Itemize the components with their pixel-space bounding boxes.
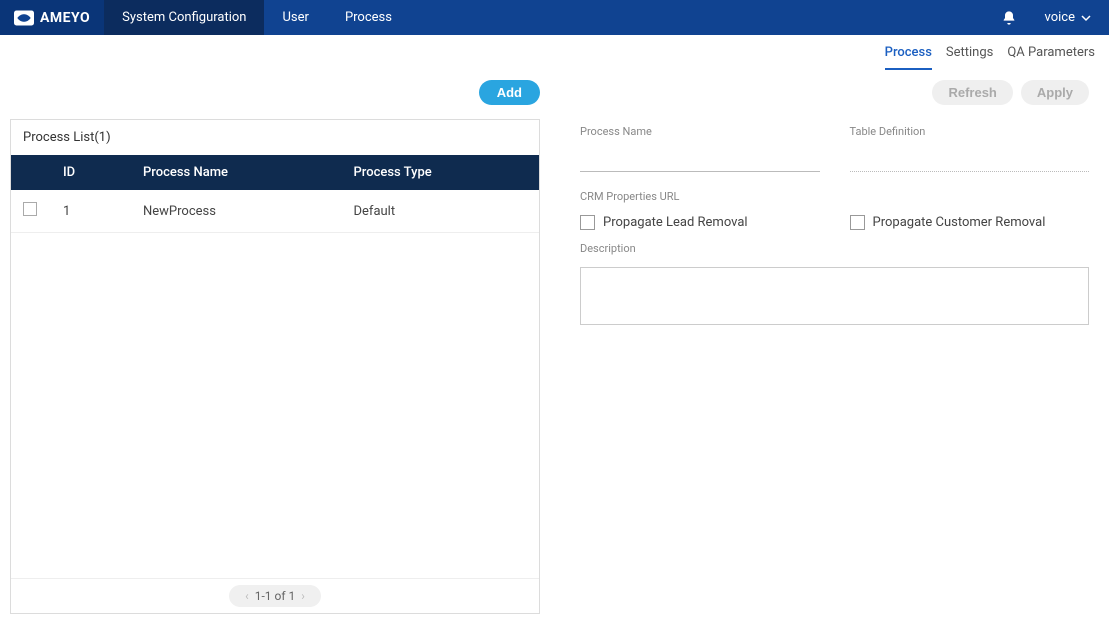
nav-user[interactable]: User	[264, 0, 326, 35]
process-name-label: Process Name	[580, 125, 820, 138]
top-nav: AMEYO System Configuration User Process …	[0, 0, 1109, 35]
table-definition-input[interactable]	[850, 152, 1090, 172]
table-empty-space	[11, 233, 539, 578]
tab-label: QA Parameters	[1007, 45, 1095, 60]
propagate-customer-label: Propagate Customer Removal	[873, 215, 1046, 230]
left-panel: Add Process List(1) ID Process Name Proc…	[10, 80, 540, 614]
description-label: Description	[580, 242, 1089, 255]
pagination-text: 1-1 of 1	[255, 589, 296, 603]
tab-label: Process	[885, 45, 932, 60]
pager-prev-icon[interactable]: ‹	[239, 589, 255, 603]
process-table: ID Process Name Process Type 1 NewProces…	[11, 155, 539, 233]
process-list-card: Process List(1) ID Process Name Process …	[10, 119, 540, 614]
pager-next-icon[interactable]: ›	[295, 589, 311, 603]
brand-logo: AMEYO	[0, 0, 104, 35]
propagate-customer-checkbox[interactable]	[850, 215, 865, 230]
refresh-label: Refresh	[948, 85, 996, 100]
add-button-label: Add	[497, 85, 522, 100]
cell-id: 1	[51, 190, 131, 233]
process-list-title: Process List(1)	[11, 120, 539, 155]
tab-process[interactable]: Process	[885, 45, 932, 70]
add-button[interactable]: Add	[479, 80, 540, 105]
brand-icon	[14, 10, 34, 26]
tab-label: Settings	[946, 45, 993, 60]
brand-text: AMEYO	[40, 10, 90, 26]
nav-process[interactable]: Process	[327, 0, 410, 35]
cell-type: Default	[342, 190, 540, 233]
pagination: ‹ 1-1 of 1 ›	[11, 578, 539, 613]
tab-settings[interactable]: Settings	[946, 45, 993, 70]
col-process-type: Process Type	[342, 155, 540, 190]
crm-label: CRM Properties URL	[580, 190, 1089, 203]
right-panel: Refresh Apply Process Name Table Definit…	[580, 80, 1099, 614]
user-menu[interactable]: voice	[1045, 10, 1109, 25]
row-checkbox[interactable]	[23, 202, 37, 216]
nav-label: Process	[345, 10, 392, 25]
cell-name: NewProcess	[131, 190, 342, 233]
subtabs: Process Settings QA Parameters	[0, 35, 1109, 70]
apply-button[interactable]: Apply	[1021, 80, 1089, 105]
notifications-icon[interactable]	[1001, 10, 1017, 26]
description-textarea[interactable]	[580, 267, 1089, 325]
nav-label: User	[282, 10, 308, 25]
propagate-lead-label: Propagate Lead Removal	[603, 215, 748, 230]
user-menu-label: voice	[1045, 10, 1075, 25]
chevron-down-icon	[1081, 13, 1091, 23]
table-row[interactable]: 1 NewProcess Default	[11, 190, 539, 233]
nav-label: System Configuration	[122, 10, 246, 25]
col-id: ID	[51, 155, 131, 190]
apply-label: Apply	[1037, 85, 1073, 100]
table-definition-label: Table Definition	[850, 125, 1090, 138]
main-content: Add Process List(1) ID Process Name Proc…	[0, 70, 1109, 624]
propagate-lead-checkbox[interactable]	[580, 215, 595, 230]
tab-qa-parameters[interactable]: QA Parameters	[1007, 45, 1095, 70]
nav-system-configuration[interactable]: System Configuration	[104, 0, 264, 35]
process-name-input[interactable]	[580, 152, 820, 172]
col-process-name: Process Name	[131, 155, 342, 190]
refresh-button[interactable]: Refresh	[932, 80, 1012, 105]
